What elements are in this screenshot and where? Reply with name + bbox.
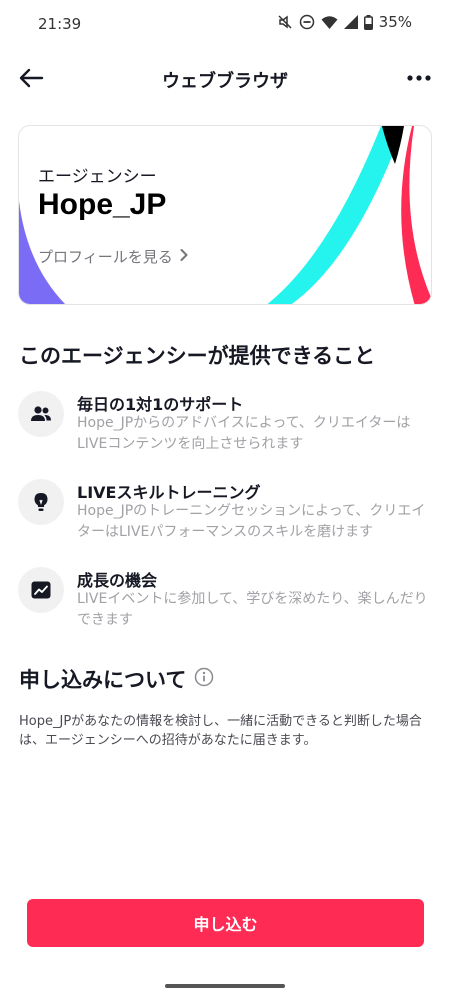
growth-chart-icon — [18, 567, 64, 613]
application-title-row: 申し込みについて — [19, 664, 214, 694]
status-icons: 35% — [277, 13, 412, 31]
application-title: 申し込みについて — [19, 668, 187, 692]
info-icon[interactable] — [194, 667, 214, 692]
battery-icon — [363, 14, 373, 30]
offerings-title: このエージェンシーが提供できること — [19, 344, 376, 368]
lightbulb-icon — [18, 479, 64, 525]
feature-desc: Hope_JPのトレーニングセッションによって、クリエイターはLIVEパフォーマ… — [77, 503, 426, 540]
more-horizontal-icon — [404, 75, 434, 97]
more-button[interactable] — [404, 63, 434, 93]
battery-percent: 35% — [378, 13, 412, 31]
chevron-right-icon — [179, 248, 189, 266]
people-icon — [18, 391, 64, 437]
application-desc: Hope_JPがあなたの情報を検討し、一緒に活動できると判断した場合は、エージェ… — [19, 714, 422, 748]
top-nav: ウェブブラウザ — [0, 55, 450, 101]
mute-icon — [277, 14, 293, 30]
view-profile-link[interactable]: プロフィールを見る — [38, 246, 189, 267]
agency-name: Hope_JP — [38, 188, 167, 221]
feature-title: 毎日の1対1のサポート — [77, 395, 244, 414]
view-profile-label: プロフィールを見る — [38, 248, 173, 266]
page-title: ウェブブラウザ — [162, 71, 288, 92]
feature-desc: LIVEイベントに参加して、学びを深めたり、楽しんだりできます — [77, 591, 428, 628]
status-time: 21:39 — [38, 15, 82, 33]
signal-icon — [343, 15, 358, 29]
dnd-icon — [299, 14, 315, 30]
feature-title: LIVEスキルトレーニング — [77, 483, 261, 502]
feature-title: 成長の機会 — [77, 571, 158, 590]
feature-desc: Hope_JPからのアドバイスによって、クリエイターはLIVEコンテンツを向上さ… — [77, 415, 411, 452]
agency-card: エージェンシー Hope_JP プロフィールを見る — [18, 125, 432, 305]
apply-button[interactable]: 申し込む — [27, 899, 424, 947]
wifi-icon — [321, 15, 338, 30]
home-indicator[interactable] — [165, 984, 285, 988]
status-bar: 21:39 35% — [0, 0, 450, 50]
agency-label: エージェンシー — [38, 167, 157, 187]
